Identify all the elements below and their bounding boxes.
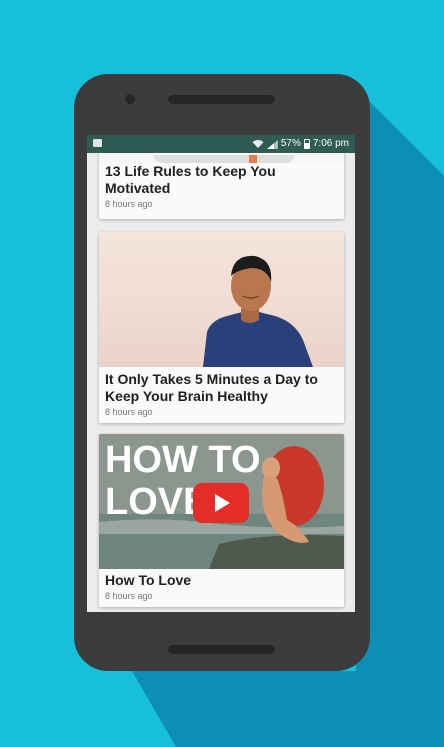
wifi-icon bbox=[252, 140, 264, 148]
battery-percent: 57% bbox=[280, 138, 301, 149]
article-thumbnail[interactable] bbox=[99, 232, 344, 367]
article-title[interactable]: It Only Takes 5 Minutes a Day to Keep Yo… bbox=[99, 367, 344, 405]
battery-icon bbox=[303, 139, 310, 149]
youtube-play-icon[interactable] bbox=[193, 483, 249, 523]
article-title[interactable]: How To Love bbox=[99, 569, 344, 589]
image-notification-icon bbox=[93, 139, 102, 147]
app-screen: 57% 7:06 pm 13 Life Rules to Keep You Mo… bbox=[87, 135, 355, 612]
man-meditating-image bbox=[203, 255, 313, 367]
front-camera bbox=[125, 94, 135, 104]
signal-icon bbox=[266, 139, 278, 149]
article-time: 8 hours ago bbox=[105, 199, 153, 209]
article-time: 8 hours ago bbox=[105, 591, 153, 601]
article-title[interactable]: 13 Life Rules to Keep You Motivated bbox=[99, 163, 344, 197]
article-time: 8 hours ago bbox=[105, 407, 153, 417]
article-card[interactable]: It Only Takes 5 Minutes a Day to Keep Yo… bbox=[99, 232, 344, 423]
bottom-speaker bbox=[168, 645, 275, 654]
top-speaker bbox=[168, 95, 275, 104]
video-thumbnail[interactable]: HOW TO LOVE bbox=[99, 434, 344, 569]
thumbnail-text-line1: HOW TO bbox=[105, 439, 261, 481]
status-bar: 57% 7:06 pm bbox=[87, 135, 355, 153]
article-card[interactable]: HOW TO LOVE How To Love 8 hours ago bbox=[99, 434, 344, 607]
status-time: 7:06 pm bbox=[312, 138, 349, 149]
